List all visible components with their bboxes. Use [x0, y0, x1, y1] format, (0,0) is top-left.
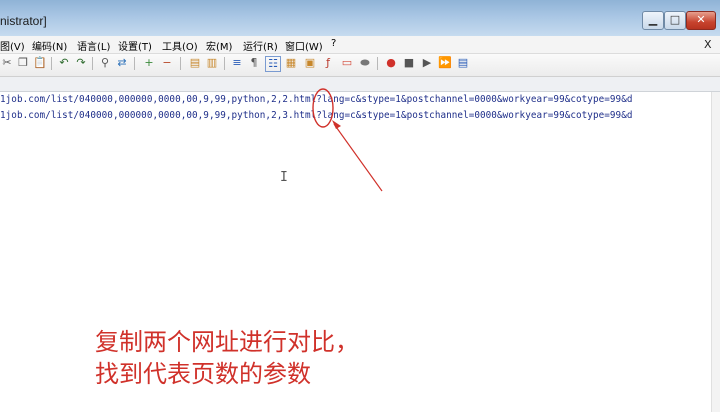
folder-icon[interactable]: ▭: [340, 56, 354, 70]
toolbar-separator: [92, 57, 93, 70]
sync-vertical-icon[interactable]: ▤: [188, 56, 202, 70]
menu-macro[interactable]: 宏(M): [206, 38, 232, 53]
word-wrap-icon[interactable]: ≡: [230, 56, 244, 70]
editor-line[interactable]: 1job.com/list/040000,000000,0000,00,9,99…: [0, 94, 633, 105]
text-cursor-icon: I: [280, 170, 288, 185]
replace-icon[interactable]: ⇄: [115, 56, 129, 70]
indent-guide-icon[interactable]: ☷: [265, 56, 281, 72]
paste-icon[interactable]: 📋: [33, 56, 47, 70]
menu-settings[interactable]: 设置(T): [118, 38, 152, 53]
toolbar-separator: [51, 57, 52, 70]
menu-window[interactable]: 窗口(W): [285, 38, 323, 53]
stop-macro-icon[interactable]: ■: [402, 56, 416, 70]
redo-icon[interactable]: ↷: [74, 56, 88, 70]
menu-language[interactable]: 语言(L): [77, 38, 110, 53]
toolbar-separator: [134, 57, 135, 70]
minimize-button[interactable]: ▁: [642, 11, 664, 30]
menu-view[interactable]: 图(V): [0, 38, 25, 53]
zoom-out-icon[interactable]: −: [160, 56, 174, 70]
show-all-chars-icon[interactable]: ¶: [247, 56, 261, 70]
annotation-text: 复制两个网址进行对比， 找到代表页数的参数: [95, 328, 359, 388]
maximize-button[interactable]: □: [664, 11, 686, 30]
menu-help[interactable]: ?: [331, 38, 336, 49]
editor-line[interactable]: 1job.com/list/040000,000000,0000,00,9,99…: [0, 110, 633, 121]
vertical-scrollbar[interactable]: [711, 92, 720, 412]
menu-run[interactable]: 运行(R): [243, 38, 278, 53]
document-close-button[interactable]: X: [704, 38, 712, 51]
close-button[interactable]: ✕: [686, 11, 716, 30]
lang-icon[interactable]: ▦: [284, 56, 298, 70]
cut-icon[interactable]: ✂: [0, 56, 14, 70]
play-macro-icon[interactable]: ▶: [420, 56, 434, 70]
function-list-icon[interactable]: ƒ: [321, 56, 335, 70]
find-icon[interactable]: ⚲: [98, 56, 112, 70]
run-macro-icon[interactable]: ⏩: [438, 56, 452, 70]
window-title: nistrator]: [0, 14, 47, 28]
title-bar: [0, 0, 720, 36]
zoom-in-icon[interactable]: +: [142, 56, 156, 70]
copy-icon[interactable]: ❐: [16, 56, 30, 70]
save-macro-icon[interactable]: ▤: [456, 56, 470, 70]
menu-encoding[interactable]: 编码(N): [32, 38, 67, 53]
sync-horizontal-icon[interactable]: ▥: [205, 56, 219, 70]
monitor-icon[interactable]: ⬬: [358, 56, 372, 70]
document-tab-strip: [0, 77, 720, 92]
toolbar-separator: [224, 57, 225, 70]
toolbar-separator: [180, 57, 181, 70]
undo-icon[interactable]: ↶: [57, 56, 71, 70]
record-macro-icon[interactable]: ●: [384, 56, 398, 70]
doc-map-icon[interactable]: ▣: [303, 56, 317, 70]
toolbar-separator: [377, 57, 378, 70]
menu-tools[interactable]: 工具(O): [162, 38, 198, 53]
